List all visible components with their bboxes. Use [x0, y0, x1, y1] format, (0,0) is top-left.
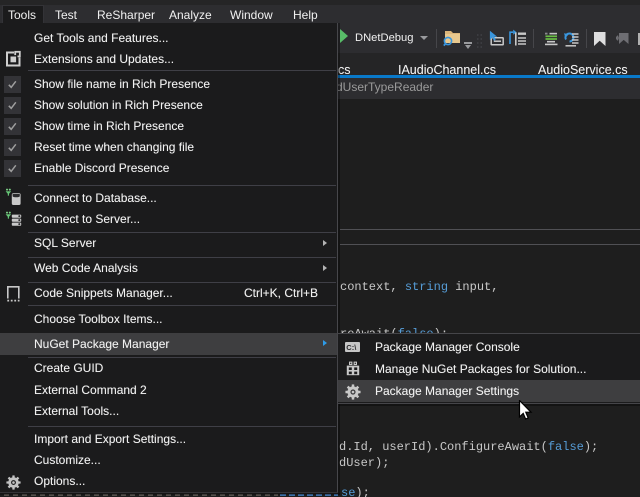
svg-text:C:\: C:\: [346, 342, 357, 351]
